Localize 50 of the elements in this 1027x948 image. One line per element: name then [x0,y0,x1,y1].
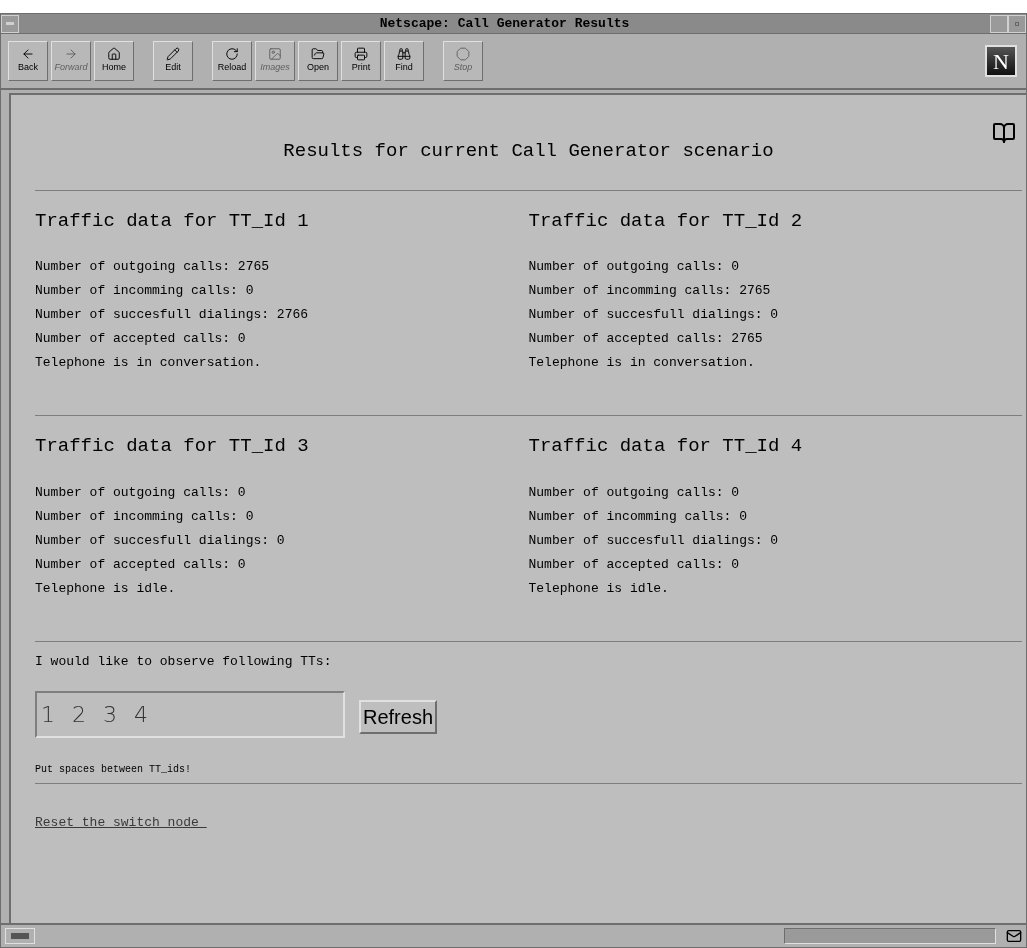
toolbar-button[interactable]: Back [8,41,48,81]
traffic-data-line: Telephone is idle. [35,579,177,598]
traffic-data-line: Number of incomming calls: 0 [35,507,255,526]
traffic-data-line: Number of succesfull dialings: 2766 [35,306,310,324]
pencil-icon [166,47,180,62]
toolbar-button[interactable]: Open [298,41,338,81]
octagon-icon [456,47,470,62]
traffic-data-line: Number of accepted calls: 2765 [528,330,764,348]
traffic-data-line: Number of outgoing calls: 0 [528,258,741,276]
traffic-data-line: Number of accepted calls: 0 [528,555,741,574]
traffic-data-line: Number of outgoing calls: 2765 [35,258,271,276]
traffic-data-line: Number of outgoing calls: 0 [528,483,741,502]
traffic-data-line: Number of outgoing calls: 0 [35,483,247,502]
printer-icon [354,47,368,62]
reset-link[interactable]: Reset the switch node [35,815,207,830]
house-icon [107,47,121,62]
traffic-data-line: Number of incomming calls: 0 [35,282,255,300]
section-heading: Traffic data for TT_Id 4 [528,434,804,459]
section-heading: Traffic data for TT_Id 2 [528,208,804,234]
image-icon [268,47,282,62]
traffic-data-line: Number of succesfull dialings: 0 [35,531,286,550]
traffic-data-line: Telephone is in conversation. [528,354,756,372]
traffic-data-line: Number of incomming calls: 0 [528,507,748,526]
hint-text: Put spaces between TT_ids! [35,763,193,777]
binoculars-icon [397,47,411,62]
page-heading: Results for current Call Generator scenario [282,139,775,164]
toolbar-button[interactable]: Edit [153,41,193,81]
toolbar-button[interactable]: Home [94,41,134,81]
folder-icon [311,47,325,62]
tt-input-field[interactable]: 1 2 3 4 [35,691,345,738]
refresh-button[interactable]: Refresh [359,699,438,734]
observe-label: I would like to observe following TTs: [35,652,333,671]
section-heading: Traffic data for TT_Id 1 [35,208,310,234]
traffic-data-line: Number of succesfull dialings: 0 [528,306,780,324]
traffic-data-line: Number of accepted calls: 0 [35,330,247,348]
traffic-data-line: Telephone is idle. [528,579,670,598]
reload-icon [225,47,239,62]
toolbar-button[interactable]: Print [341,41,381,81]
mail-icon[interactable] [1006,928,1022,944]
traffic-data-line: Telephone is in conversation. [35,354,263,372]
traffic-data-line: Number of accepted calls: 0 [35,555,247,574]
browser-logo: N [985,45,1017,77]
section-heading: Traffic data for TT_Id 3 [35,434,310,459]
help-book-icon[interactable] [992,121,1016,145]
toolbar-button[interactable]: Reload [212,41,252,81]
toolbar-button[interactable]: Find [384,41,424,81]
traffic-data-line: Number of succesfull dialings: 0 [528,531,780,550]
window-title: Netscape: Call Generator Results [378,14,631,33]
traffic-data-line: Number of incomming calls: 2765 [528,282,772,300]
maximize-button[interactable] [1008,14,1026,33]
